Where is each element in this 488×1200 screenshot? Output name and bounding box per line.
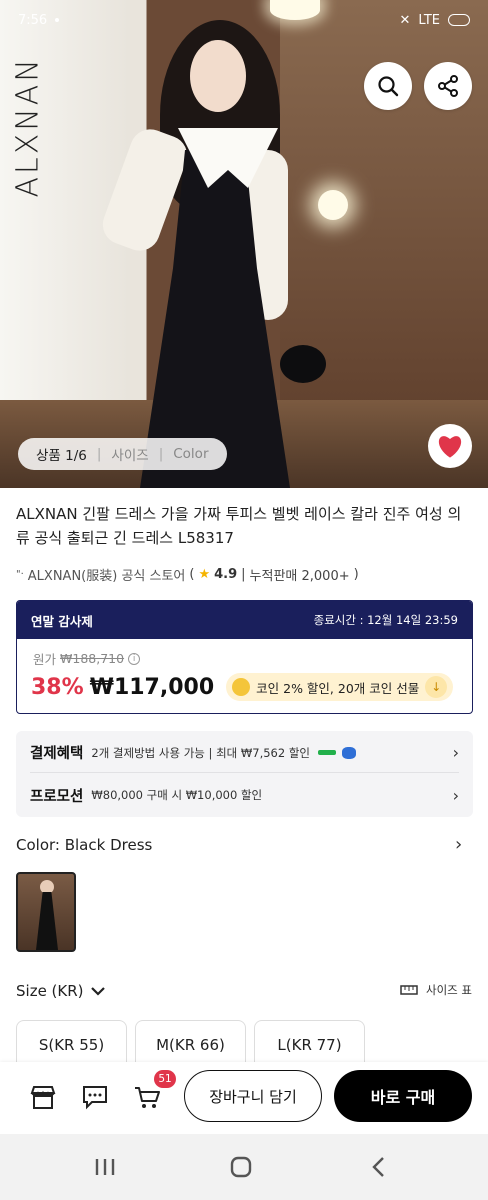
bottom-action-bar: 51 장바구니 담기 바로 구매 <box>0 1062 488 1134</box>
mute-icon: ✕ <box>399 12 411 28</box>
tab-product[interactable]: 상품 1/6 <box>36 444 87 464</box>
recent-apps-icon <box>95 1159 115 1175</box>
size-chart-link[interactable]: 사이즈 표 <box>400 982 472 998</box>
promotion-row[interactable]: 프로모션 ₩80,000 구매 시 ₩10,000 할인 › <box>30 775 459 815</box>
size-option[interactable]: S(KR 55) <box>16 1020 127 1068</box>
sale-label: 연말 감사제 <box>31 613 93 629</box>
original-label: 원가 <box>33 652 57 667</box>
size-options: S(KR 55) M(KR 66) L(KR 77) <box>16 1020 365 1068</box>
back-button[interactable] <box>366 1154 392 1180</box>
sales-count: 누적판매 2,000+ <box>249 569 350 584</box>
brand-watermark: ALXNAN <box>10 56 46 198</box>
store-info[interactable]: "· ALXNAN(服装) 공식 스토어 ( ★ 4.9 | 누적판매 2,00… <box>16 565 359 584</box>
store-button[interactable] <box>28 1082 58 1112</box>
paren-open: ( <box>189 567 195 582</box>
back-icon <box>372 1157 384 1177</box>
naverpay-icon <box>318 750 336 755</box>
coin-icon <box>232 678 251 696</box>
heart-icon <box>438 436 462 458</box>
status-bar: 7:56 ✕ LTE <box>18 10 470 30</box>
store-logo-icon: "· <box>16 569 24 580</box>
price-row: 38% ₩117,000 코인 2% 할인, 20개 코인 선물 ↓ <box>31 673 454 701</box>
info-icon[interactable]: i <box>128 652 141 665</box>
recent-apps-button[interactable] <box>92 1154 118 1180</box>
payment-benefit-row[interactable]: 결제혜택 2개 결제방법 사용 가능 | 최대 ₩7,562 할인 › <box>30 733 459 773</box>
swatch-model-head <box>40 880 54 894</box>
image-light <box>318 190 348 220</box>
image-model-face <box>190 40 246 112</box>
payment-benefit-text: 2개 결제방법 사용 가능 | 최대 ₩7,562 할인 <box>91 745 310 760</box>
chevron-right-icon[interactable]: › <box>455 834 462 855</box>
home-icon <box>230 1156 252 1178</box>
size-option[interactable]: L(KR 77) <box>254 1020 365 1068</box>
network-label: LTE <box>418 12 440 28</box>
tab-separator: | <box>158 446 164 462</box>
chevron-right-icon: › <box>452 743 459 762</box>
tab-color[interactable]: Color <box>173 446 208 462</box>
ruler-icon <box>400 985 418 995</box>
original-price: ₩188,710 <box>60 651 125 666</box>
chevron-down-icon <box>90 987 105 996</box>
tab-separator: | <box>96 446 102 462</box>
add-to-cart-button[interactable]: 장바구니 담기 <box>184 1070 322 1122</box>
store-icon <box>30 1086 56 1109</box>
store-rating: 4.9 <box>214 567 238 582</box>
cart-count-badge: 51 <box>154 1070 176 1088</box>
payco-icon <box>342 746 356 759</box>
sale-end-time: 종료시간 : 12월 14일 23:59 <box>313 613 458 627</box>
size-option[interactable]: M(KR 66) <box>135 1020 246 1068</box>
star-icon: ★ <box>198 567 211 582</box>
status-time: 7:56 <box>18 12 48 28</box>
paren-close: ) <box>353 567 359 582</box>
payment-benefit-label: 결제혜택 <box>30 746 84 762</box>
product-image[interactable]: 7:56 ✕ LTE ALXNAN 상품 1/6 | 사이즈 | Color <box>0 0 488 488</box>
image-tabs: 상품 1/6 | 사이즈 | Color <box>18 438 227 470</box>
notification-dot-icon <box>55 18 60 22</box>
cart-icon <box>135 1087 160 1108</box>
battery-icon <box>448 14 470 26</box>
search-button[interactable] <box>364 62 412 110</box>
color-option-label[interactable]: Color: Black Dress <box>16 836 152 854</box>
coin-text: 코인 2% 할인, 20개 코인 선물 <box>256 680 420 696</box>
chat-button[interactable] <box>80 1082 110 1112</box>
color-swatch-black-dress[interactable] <box>16 872 76 952</box>
wishlist-button[interactable] <box>428 424 472 468</box>
chat-icon <box>83 1086 107 1110</box>
discount-rate: 38% <box>31 674 84 700</box>
share-icon <box>438 75 458 97</box>
original-price-row: 원가 ₩188,710 i <box>33 649 141 668</box>
benefits-panel: 결제혜택 2개 결제방법 사용 가능 | 최대 ₩7,562 할인 › 프로모션… <box>16 731 473 817</box>
store-name[interactable]: ALXNAN(服装) 공식 스토어 <box>28 565 186 584</box>
swatch-model-dress <box>36 892 58 950</box>
sale-banner: 연말 감사제 종료시간 : 12월 14일 23:59 <box>17 601 472 639</box>
product-title: ALXNAN 긴팔 드레스 가을 가짜 투피스 벨벳 레이스 칼라 진주 여성 … <box>16 505 462 547</box>
promotion-label: 프로모션 <box>30 788 84 805</box>
download-icon[interactable]: ↓ <box>425 676 448 698</box>
home-button[interactable] <box>228 1154 254 1180</box>
search-icon <box>378 76 399 97</box>
size-label-text: Size (KR) <box>16 982 84 1000</box>
buy-now-button[interactable]: 바로 구매 <box>334 1070 472 1122</box>
share-button[interactable] <box>424 62 472 110</box>
size-option-label[interactable]: Size (KR) <box>16 982 106 1000</box>
sale-price: ₩117,000 <box>89 674 215 700</box>
price-box: 연말 감사제 종료시간 : 12월 14일 23:59 원가 ₩188,710 … <box>16 600 473 714</box>
coin-offer[interactable]: 코인 2% 할인, 20개 코인 선물 ↓ <box>226 673 454 701</box>
size-chart-text: 사이즈 표 <box>426 983 472 997</box>
image-bag <box>280 345 326 383</box>
tab-size[interactable]: 사이즈 <box>111 444 148 464</box>
chevron-right-icon: › <box>452 785 459 805</box>
promotion-text: ₩80,000 구매 시 ₩10,000 할인 <box>91 788 263 802</box>
divider: | <box>241 567 246 582</box>
system-navigation-bar <box>0 1134 488 1200</box>
